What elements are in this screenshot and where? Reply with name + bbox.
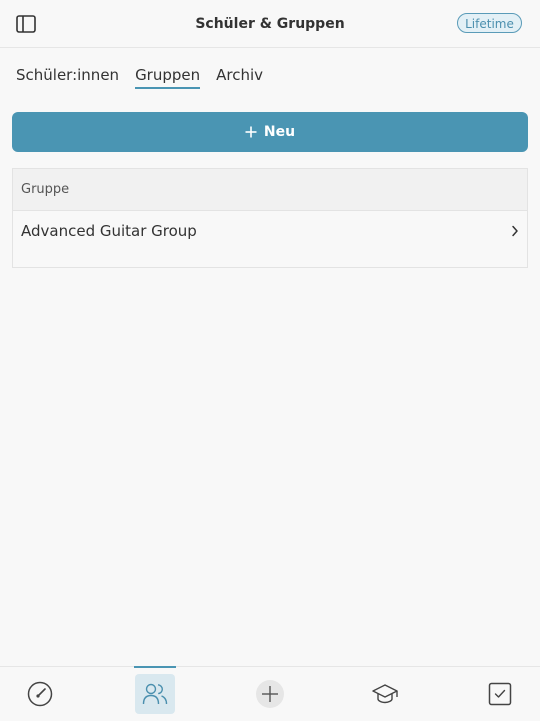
graduation-cap-icon bbox=[372, 684, 398, 704]
users-icon bbox=[142, 683, 168, 705]
lifetime-badge[interactable]: Lifetime bbox=[457, 13, 522, 33]
chevron-right-icon bbox=[511, 225, 519, 237]
table-row[interactable]: Advanced Guitar Group bbox=[13, 211, 527, 251]
tabbar-lessons[interactable] bbox=[365, 667, 405, 721]
add-icon bbox=[256, 680, 284, 708]
top-bar: Schüler & Gruppen Lifetime bbox=[0, 0, 540, 48]
segment-tabs: Schüler:innen Gruppen Archiv bbox=[16, 66, 279, 89]
tabbar-add[interactable] bbox=[250, 667, 290, 721]
tabbar-tasks[interactable] bbox=[480, 667, 520, 721]
tab-schueler-innen[interactable]: Schüler:innen bbox=[16, 66, 119, 89]
tabbar-dashboard[interactable] bbox=[20, 667, 60, 721]
tab-gruppen[interactable]: Gruppen bbox=[135, 66, 201, 89]
group-name: Advanced Guitar Group bbox=[21, 222, 197, 240]
table-header-gruppe: Gruppe bbox=[13, 169, 527, 211]
groups-table: Gruppe Advanced Guitar Group bbox=[12, 168, 528, 268]
checkbox-icon bbox=[488, 682, 512, 706]
tabbar-students-groups[interactable] bbox=[134, 666, 176, 721]
gauge-icon bbox=[27, 681, 53, 707]
plus-icon bbox=[245, 126, 257, 138]
tab-archiv[interactable]: Archiv bbox=[216, 66, 263, 89]
new-button[interactable]: Neu bbox=[12, 112, 528, 152]
bottom-tab-bar bbox=[0, 666, 540, 721]
new-button-label: Neu bbox=[263, 124, 296, 140]
